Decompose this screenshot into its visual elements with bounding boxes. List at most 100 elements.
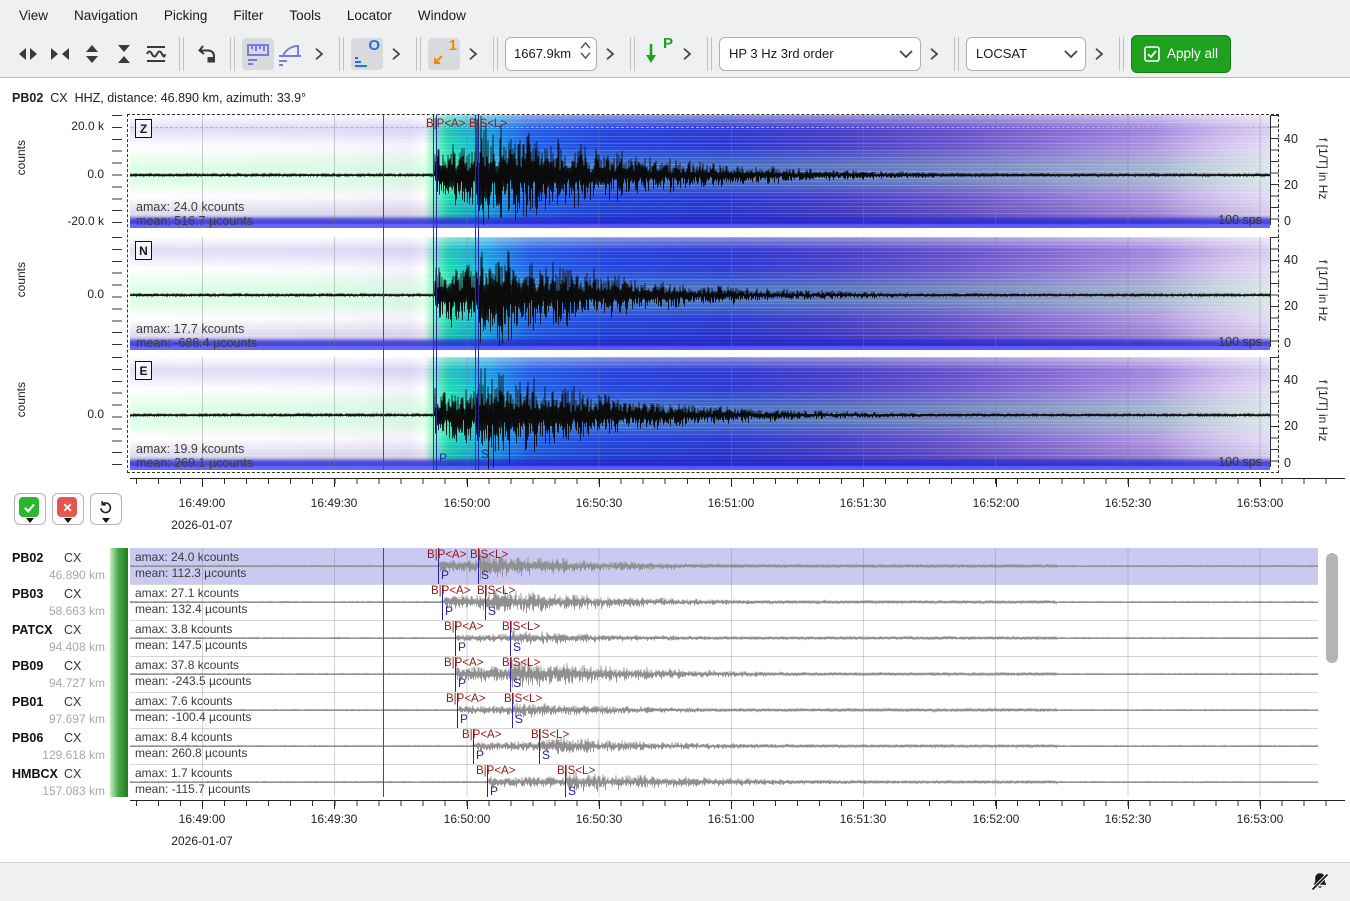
counts-axis-label-z: counts: [14, 140, 28, 175]
station-distance: 94.727 km: [0, 676, 105, 690]
single-trace-mode-icon: 1: [431, 41, 457, 67]
y-tick-label: 20.0 k: [42, 119, 104, 133]
menu-picking[interactable]: Picking: [155, 5, 217, 26]
arrows-out-horizontal-icon: [16, 42, 40, 66]
freq-tick-label: 40: [1284, 132, 1298, 146]
toolbar-extension-button[interactable]: [306, 38, 332, 70]
corner-arrow-icon: [431, 53, 445, 67]
time-tick-label: 16:53:00: [1220, 496, 1300, 510]
expand-horizontal-button[interactable]: [12, 38, 44, 70]
filter-select[interactable]: HP 3 Hz 3rd order: [719, 37, 921, 71]
apply-all-button[interactable]: Apply all: [1131, 35, 1231, 73]
station-network: CX: [64, 731, 81, 745]
freq-axis-ticks-z: [1270, 115, 1279, 225]
arrows-in-vertical-icon: [112, 42, 136, 66]
revert-picks-button[interactable]: [90, 493, 122, 525]
time-tick-label: 16:52:30: [1088, 812, 1168, 826]
trace-header: PB02 CX HHZ, distance: 46.890 km, azimut…: [12, 91, 306, 105]
spin-up-icon: [580, 42, 591, 49]
station-code: PB02: [12, 551, 43, 565]
distance-spinbox[interactable]: 1667.9km: [505, 37, 597, 71]
spinbox-arrows[interactable]: [580, 42, 591, 59]
freq-axis-ticks-e: [1270, 357, 1279, 467]
protractor-tool-button[interactable]: [274, 38, 306, 70]
freq-tick-label: 0: [1284, 214, 1291, 228]
time-tick-label: 16:53:00: [1220, 812, 1300, 826]
menu-view[interactable]: View: [10, 5, 57, 26]
freq-tick-label: 20: [1284, 419, 1298, 433]
chevron-right-icon: [601, 45, 619, 63]
toolbar-separator: [230, 37, 235, 71]
toolbar-extension-button[interactable]: [1086, 38, 1112, 70]
time-tick-label: 16:50:00: [427, 812, 507, 826]
chevron-right-icon: [387, 45, 405, 63]
y-tick-label: 0.0: [42, 167, 104, 181]
locator-select[interactable]: LOCSAT: [966, 37, 1086, 71]
time-tick-label: 16:49:00: [162, 812, 242, 826]
channel-label-e: E: [135, 361, 152, 380]
time-tick-label: 16:51:00: [691, 496, 771, 510]
menu-tools[interactable]: Tools: [280, 5, 330, 26]
toolbar-extension-button[interactable]: [383, 38, 409, 70]
chevron-down-icon: [1064, 49, 1078, 59]
chevron-down-icon: [899, 49, 913, 59]
time-tick-label: 16:52:00: [956, 496, 1036, 510]
freq-axis-label-e: f [1/T] in Hz: [1316, 380, 1330, 441]
toolbar-extension-button[interactable]: [674, 38, 700, 70]
channel-e[interactable]: E amax: 19.9 kcounts mean: 269.1 µcounts…: [130, 357, 1270, 470]
toolbar-separator: [416, 37, 421, 71]
menu-locator[interactable]: Locator: [338, 5, 401, 26]
time-tick-label: 16:51:30: [823, 812, 903, 826]
waveform-e: [130, 357, 1270, 470]
mean-annotation-z: mean: 516.7 µcounts: [136, 214, 253, 228]
channel-n[interactable]: N amax: 17.7 kcounts mean: -688.4 µcount…: [130, 237, 1270, 350]
overlap-traces-button[interactable]: [140, 38, 172, 70]
waveform-z: [130, 115, 1270, 228]
chevron-right-icon: [1090, 45, 1108, 63]
sample-rate-n: 100 sps: [1218, 335, 1262, 349]
menu-filter[interactable]: Filter: [224, 5, 272, 26]
station-code: PB06: [12, 731, 43, 745]
menu-window[interactable]: Window: [409, 5, 475, 26]
chevron-right-icon: [925, 45, 943, 63]
toolbar-extension-button[interactable]: [921, 38, 947, 70]
checkbox-checked-icon: [1144, 46, 1160, 62]
mute-bell-icon[interactable]: [1308, 870, 1332, 894]
mean-annotation-e: mean: 269.1 µcounts: [136, 456, 253, 470]
station-network: CX: [64, 623, 81, 637]
expand-vertical-button[interactable]: [76, 38, 108, 70]
time-tick-label: 16:51:00: [691, 812, 771, 826]
chevron-right-icon: [464, 45, 482, 63]
date-label: 2026-01-07: [157, 518, 247, 532]
distance-value: 1667.9km: [514, 46, 571, 61]
single-trace-mode-button[interactable]: 1: [428, 38, 460, 70]
toolbar-separator: [339, 37, 344, 71]
overview-mode-button[interactable]: O: [351, 38, 383, 70]
waveform-n: [130, 237, 1270, 350]
trace-header-network: CX: [50, 91, 67, 105]
toolbar-extension-button[interactable]: [597, 38, 623, 70]
compress-horizontal-button[interactable]: [44, 38, 76, 70]
menu-navigation[interactable]: Navigation: [65, 5, 147, 26]
station-code: HMBCX: [12, 767, 58, 781]
station-code: PB01: [12, 695, 43, 709]
amax-annotation-z: amax: 24.0 kcounts: [136, 200, 244, 214]
vertical-scrollbar[interactable]: [1326, 553, 1338, 663]
mode-o-letter: O: [368, 37, 380, 54]
station-code: PB03: [12, 587, 43, 601]
undo-button[interactable]: [191, 38, 223, 70]
x-icon: [57, 497, 77, 517]
accept-picks-button[interactable]: [14, 493, 46, 525]
toolbar-extension-button[interactable]: [460, 38, 486, 70]
phase-p-icon: P: [645, 41, 671, 67]
amax-annotation-n: amax: 17.7 kcounts: [136, 322, 244, 336]
check-icon: [19, 497, 39, 517]
compress-vertical-button[interactable]: [108, 38, 140, 70]
y-axis-ticks-n: [112, 237, 122, 347]
channel-z[interactable]: Z amax: 24.0 kcounts mean: 516.7 µcounts…: [130, 115, 1270, 228]
phase-p-button[interactable]: P: [642, 38, 674, 70]
time-tick-label: 16:49:00: [162, 496, 242, 510]
ruler-tool-button[interactable]: [242, 38, 274, 70]
freq-tick-label: 20: [1284, 178, 1298, 192]
reject-picks-button[interactable]: [52, 493, 84, 525]
